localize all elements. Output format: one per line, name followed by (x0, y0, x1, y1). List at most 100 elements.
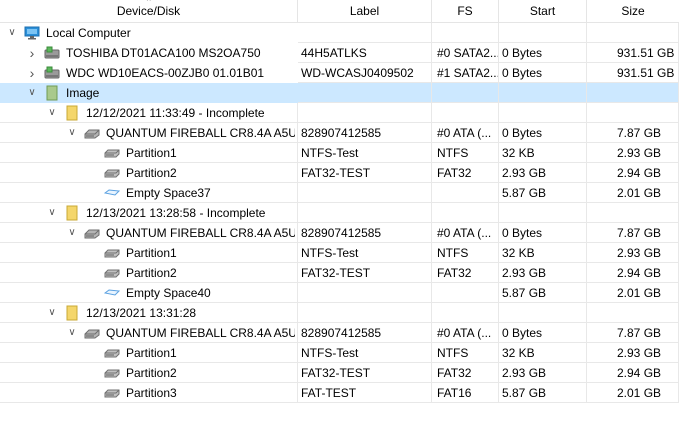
size-cell: 2.94 GB (587, 263, 679, 283)
size-cell: 2.93 GB (587, 143, 679, 163)
tree-row[interactable]: Partition2 FAT32-TEST FAT32 2.93 GB 2.94 GB (0, 263, 679, 283)
device-cell[interactable]: ∨ QUANTUM FIREBALL CR8.4A A5U... (0, 323, 298, 343)
column-header-fs[interactable]: FS (432, 0, 499, 22)
chevron-down-icon[interactable]: ∨ (66, 123, 78, 142)
start-cell: 2.93 GB (499, 263, 587, 283)
column-header-bar: ⌃ Device/Disk Label FS Start Size (0, 0, 679, 23)
device-name: WDC WD10EACS-00ZJB0 01.01B01 (66, 66, 265, 80)
start-cell: 0 Bytes (499, 123, 587, 143)
chevron-down-icon[interactable]: ∨ (46, 103, 58, 122)
device-cell[interactable]: ∨ 12/13/2021 13:28:58 - Incomplete (0, 203, 298, 223)
tree-row[interactable]: ∨ Local Computer (0, 23, 679, 43)
device-cell[interactable]: ∨ 12/12/2021 11:33:49 - Incomplete (0, 103, 298, 123)
device-tree[interactable]: ∨ Local Computer › TOSHIBA DT01ACA100 MS2OA… (0, 23, 679, 403)
size-cell: 7.87 GB (587, 323, 679, 343)
column-header-size-text: Size (621, 4, 645, 18)
start-cell: 32 KB (499, 143, 587, 163)
fs-cell: #0 ATA (... (432, 323, 499, 343)
device-cell[interactable]: ∨ Local Computer (0, 23, 298, 43)
label-cell: 828907412585 (298, 223, 432, 243)
device-cell[interactable]: ∨ QUANTUM FIREBALL CR8.4A A5U... (0, 123, 298, 143)
fs-cell (432, 183, 499, 203)
tree-row[interactable]: Empty Space37 5.87 GB 2.01 GB (0, 183, 679, 203)
partition-icon (104, 345, 120, 361)
tree-row[interactable]: ∨ QUANTUM FIREBALL CR8.4A A5U... 828907412… (0, 223, 679, 243)
tree-row[interactable]: › WDC WD10EACS-00ZJB0 01.01B01 WD-WCASJ040… (0, 63, 679, 83)
device-name: 12/13/2021 13:31:28 (86, 306, 197, 320)
device-cell[interactable]: Partition2 (0, 163, 298, 183)
start-cell: 2.93 GB (499, 163, 587, 183)
device-cell[interactable]: Empty Space37 (0, 183, 298, 203)
device-name: Image (66, 86, 100, 100)
device-name: Partition1 (126, 146, 177, 160)
size-cell (587, 203, 679, 223)
tree-row[interactable]: ∨ Image (0, 83, 679, 103)
disk-icon (84, 225, 100, 241)
device-cell[interactable]: Partition1 (0, 243, 298, 263)
start-cell: 2.93 GB (499, 363, 587, 383)
chevron-down-icon[interactable]: ∨ (66, 323, 78, 342)
hard-drive-icon (44, 45, 60, 61)
tree-row[interactable]: ∨ QUANTUM FIREBALL CR8.4A A5U... 828907412… (0, 123, 679, 143)
fs-cell (432, 103, 499, 123)
device-name: Partition1 (126, 346, 177, 360)
device-cell[interactable]: Partition2 (0, 263, 298, 283)
column-header-label[interactable]: Label (298, 0, 432, 22)
column-header-label-text: Label (349, 4, 380, 18)
device-cell[interactable]: Partition1 (0, 143, 298, 163)
start-cell: 5.87 GB (499, 383, 587, 403)
column-header-fs-text: FS (457, 4, 473, 18)
label-cell (298, 83, 432, 103)
device-cell[interactable]: › TOSHIBA DT01ACA100 MS2OA750 (0, 43, 298, 63)
label-cell: 828907412585 (298, 123, 432, 143)
tree-row[interactable]: ∨ 12/13/2021 13:31:28 (0, 303, 679, 323)
chevron-down-icon[interactable]: ∨ (66, 223, 78, 242)
device-name: Local Computer (46, 26, 131, 40)
chevron-down-icon[interactable]: ∨ (26, 83, 38, 103)
start-cell (499, 83, 587, 103)
size-cell (587, 303, 679, 323)
device-cell[interactable]: ∨ 12/13/2021 13:31:28 (0, 303, 298, 323)
column-header-device[interactable]: ⌃ Device/Disk (0, 0, 298, 22)
device-cell[interactable]: › WDC WD10EACS-00ZJB0 01.01B01 (0, 63, 298, 83)
size-cell: 2.94 GB (587, 363, 679, 383)
size-cell: 7.87 GB (587, 223, 679, 243)
label-cell: NTFS-Test (298, 343, 432, 363)
device-cell[interactable]: ∨ Image (0, 83, 298, 103)
chevron-down-icon[interactable]: ∨ (46, 203, 58, 222)
device-cell[interactable]: Partition3 (0, 383, 298, 403)
device-cell[interactable]: Partition2 (0, 363, 298, 383)
tree-row[interactable]: Partition2 FAT32-TEST FAT32 2.93 GB 2.94 GB (0, 363, 679, 383)
chevron-down-icon[interactable]: ∨ (46, 303, 58, 322)
tree-row[interactable]: Partition3 FAT-TEST FAT16 5.87 GB 2.01 GB (0, 383, 679, 403)
fs-cell: NTFS (432, 243, 499, 263)
tree-row[interactable]: Empty Space40 5.87 GB 2.01 GB (0, 283, 679, 303)
device-cell[interactable]: Partition1 (0, 343, 298, 363)
device-name: Empty Space40 (126, 286, 211, 300)
tree-row[interactable]: ∨ 12/13/2021 13:28:58 - Incomplete (0, 203, 679, 223)
tree-row[interactable]: Partition1 NTFS-Test NTFS 32 KB 2.93 GB (0, 143, 679, 163)
tree-row[interactable]: Partition1 NTFS-Test NTFS 32 KB 2.93 GB (0, 243, 679, 263)
column-header-start[interactable]: Start (499, 0, 587, 22)
device-cell[interactable]: ∨ QUANTUM FIREBALL CR8.4A A5U... (0, 223, 298, 243)
device-name: Empty Space37 (126, 186, 211, 200)
chevron-down-icon[interactable]: ∨ (6, 23, 18, 43)
tree-row[interactable]: Partition2 FAT32-TEST FAT32 2.93 GB 2.94 GB (0, 163, 679, 183)
start-cell: 0 Bytes (499, 63, 587, 83)
fs-cell: #0 ATA (... (432, 123, 499, 143)
partition-icon (104, 385, 120, 401)
column-header-size[interactable]: Size (587, 0, 679, 22)
tree-row[interactable]: ∨ QUANTUM FIREBALL CR8.4A A5U... 828907412… (0, 323, 679, 343)
tree-row[interactable]: › TOSHIBA DT01ACA100 MS2OA750 44H5ATLKS #0 … (0, 43, 679, 63)
tree-row[interactable]: Partition1 NTFS-Test NTFS 32 KB 2.93 GB (0, 343, 679, 363)
tree-row[interactable]: ∨ 12/12/2021 11:33:49 - Incomplete (0, 103, 679, 123)
folder-icon (64, 305, 80, 321)
chevron-right-icon[interactable]: › (26, 63, 38, 83)
fs-cell (432, 203, 499, 223)
label-cell: 828907412585 (298, 323, 432, 343)
start-cell: 0 Bytes (499, 43, 587, 63)
device-cell[interactable]: Empty Space40 (0, 283, 298, 303)
label-cell: FAT32-TEST (298, 163, 432, 183)
chevron-right-icon[interactable]: › (26, 43, 38, 63)
start-cell (499, 303, 587, 323)
